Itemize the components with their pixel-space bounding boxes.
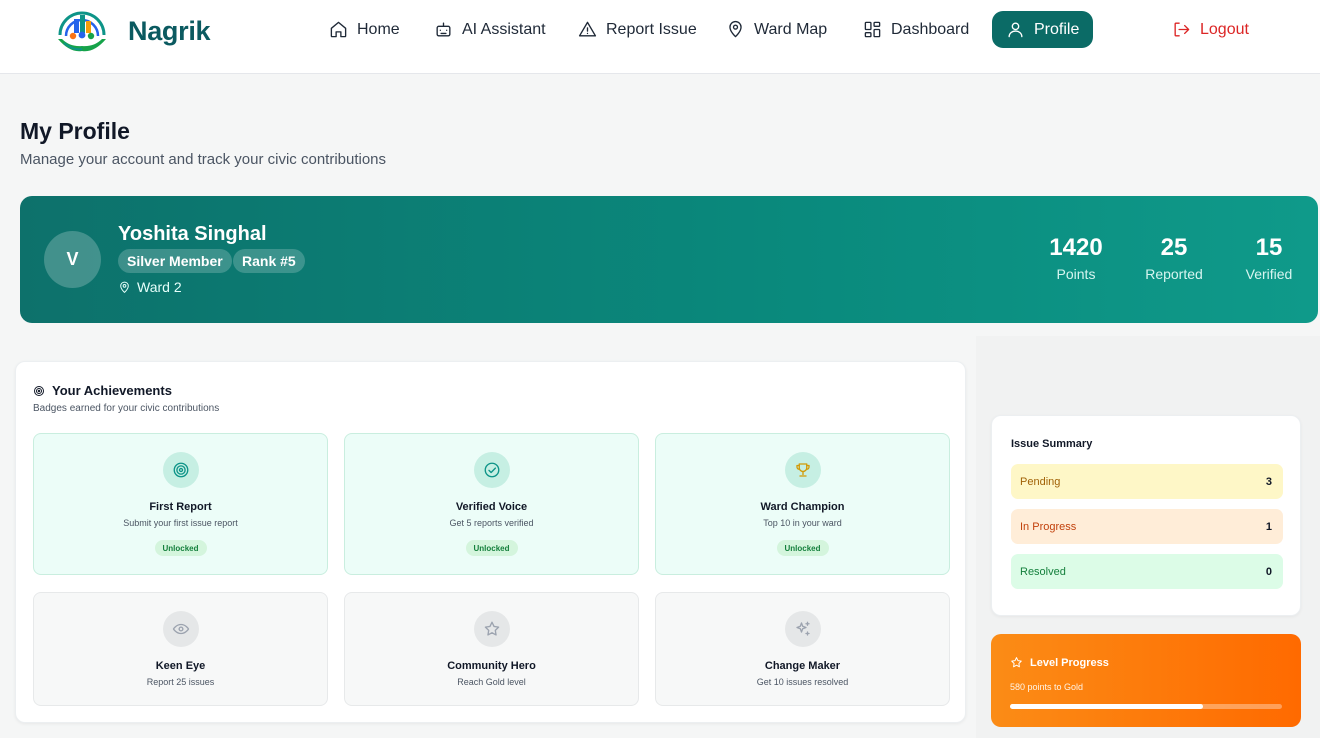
summary-label: Pending: [1020, 475, 1061, 488]
badge-name: Ward Champion: [760, 501, 845, 513]
logout-icon: [1174, 22, 1190, 37]
star-icon: [1011, 657, 1022, 668]
eye-icon: [172, 623, 190, 635]
badge-description: Report 25 issues: [146, 677, 215, 687]
level-progress-card: Level Progress 580 points to Gold: [991, 634, 1301, 727]
user-icon: [1008, 22, 1023, 38]
ward-label: Ward 2: [137, 279, 182, 295]
badge-icon-wrap: [163, 452, 199, 488]
robot-icon: [436, 22, 451, 37]
summary-row-pending[interactable]: Pending 3: [1011, 464, 1283, 499]
nav-ward-map-label: Ward Map: [754, 20, 828, 38]
badge-status-tag: Unlocked: [776, 540, 829, 556]
nav-dashboard-label: Dashboard: [891, 20, 970, 38]
badge-icon-wrap: [785, 452, 821, 488]
stat-points-label: Points: [1056, 266, 1096, 282]
achievements-subtitle: Badges earned for your civic contributio…: [33, 403, 220, 414]
target-icon: [173, 462, 189, 478]
summary-label: Resolved: [1020, 565, 1066, 578]
trophy-icon: [796, 463, 810, 477]
achievements-heading: Your Achievements: [33, 383, 172, 398]
achievements-card: Your Achievements Badges earned for your…: [15, 361, 966, 723]
nav-ward-map[interactable]: Ward Map: [712, 11, 841, 48]
badge-name: Community Hero: [447, 660, 536, 672]
level-progress-fill: [1010, 704, 1204, 709]
profile-banner: V Yoshita Singhal Silver Member Rank #5 …: [20, 196, 1318, 323]
logout-button[interactable]: Logout: [1158, 11, 1263, 48]
summary-count: 3: [1265, 475, 1272, 488]
nav-ai-assistant-label: AI Assistant: [462, 20, 546, 38]
badge-status-tag: Unlocked: [154, 540, 207, 556]
page-title: My Profile: [20, 118, 130, 144]
badge-name: Verified Voice: [455, 501, 528, 513]
stat-points-value: 1420: [1049, 234, 1103, 261]
stat-points: 1420 Points: [1048, 234, 1104, 282]
user-name: Yoshita Singhal: [118, 223, 267, 245]
badge-keen-eye[interactable]: Keen Eye Report 25 issues: [33, 592, 328, 706]
badge-name: Change Maker: [764, 660, 841, 672]
star-icon: [484, 621, 500, 636]
summary-label: In Progress: [1020, 520, 1077, 533]
issue-summary-title: Issue Summary: [1011, 438, 1093, 450]
stat-reported-label: Reported: [1145, 266, 1203, 282]
badge-description: Top 10 in your ward: [763, 518, 842, 528]
level-progress-bar: [1010, 704, 1282, 709]
nav-profile-label: Profile: [1034, 20, 1080, 38]
badge-icon-wrap: [474, 452, 510, 488]
badge-icon-wrap: [474, 611, 510, 647]
brand-name[interactable]: Nagrik: [128, 16, 211, 47]
level-progress-title: Level Progress: [1030, 656, 1109, 669]
nav-report-issue-label: Report Issue: [606, 20, 697, 38]
badge-description: Reach Gold level: [457, 677, 526, 687]
ward-info: Ward 2: [118, 279, 182, 295]
badge-name: First Report: [149, 501, 212, 513]
sparkles-icon: [796, 621, 810, 636]
level-progress-heading: Level Progress: [1010, 656, 1109, 669]
summary-count: 0: [1265, 565, 1272, 578]
logout-label: Logout: [1200, 20, 1249, 38]
map-pin-icon: [120, 281, 129, 293]
badge-icon-wrap: [785, 611, 821, 647]
badge-change-maker[interactable]: Change Maker Get 10 issues resolved: [655, 592, 950, 706]
summary-row-resolved[interactable]: Resolved 0: [1011, 554, 1283, 589]
summary-count: 1: [1265, 520, 1272, 533]
nav-home-label: Home: [357, 20, 400, 38]
grid-icon: [864, 21, 881, 38]
nav-report-issue[interactable]: Report Issue: [564, 11, 711, 48]
avatar[interactable]: V: [44, 231, 101, 288]
nav-home[interactable]: Home: [315, 11, 414, 48]
home-icon: [330, 21, 347, 38]
badge-icon-wrap: [163, 611, 199, 647]
stat-reported: 25 Reported: [1140, 234, 1208, 282]
stat-verified-label: Verified: [1245, 266, 1293, 282]
nav-dashboard[interactable]: Dashboard: [849, 11, 983, 48]
issue-summary-card: Issue Summary Pending 3 In Progress 1 Re…: [991, 415, 1301, 616]
badge-status-tag: Unlocked: [465, 540, 518, 556]
target-icon: [34, 385, 44, 396]
page-subtitle: Manage your account and track your civic…: [20, 151, 387, 168]
rank-badge: Rank #5: [233, 249, 305, 273]
map-pin-icon: [729, 20, 742, 38]
nav-profile[interactable]: Profile: [992, 11, 1094, 48]
check-circle-icon: [484, 462, 500, 478]
nagrik-logo[interactable]: [50, 5, 114, 55]
badge-name: Keen Eye: [155, 660, 206, 672]
level-progress-subtitle: 580 points to Gold: [1010, 682, 1084, 692]
badge-description: Get 5 reports verified: [449, 518, 534, 528]
stat-verified: 15 Verified: [1240, 234, 1298, 282]
membership-badge: Silver Member: [118, 249, 232, 273]
badge-community-hero[interactable]: Community Hero Reach Gold level: [344, 592, 639, 706]
badge-description: Submit your first issue report: [123, 518, 238, 528]
badge-first-report[interactable]: First Report Submit your first issue rep…: [33, 433, 328, 575]
top-navbar: Nagrik Home AI Assistant Report Issue Wa…: [0, 0, 1320, 74]
stat-reported-value: 25: [1160, 234, 1188, 261]
warning-icon: [578, 21, 597, 37]
achievements-title: Your Achievements: [52, 383, 172, 398]
stat-verified-value: 15: [1255, 234, 1283, 261]
summary-row-in-progress[interactable]: In Progress 1: [1011, 509, 1283, 544]
badge-verified-voice[interactable]: Verified Voice Get 5 reports verified Un…: [344, 433, 639, 575]
badge-description: Get 10 issues resolved: [756, 677, 849, 687]
nav-ai-assistant[interactable]: AI Assistant: [420, 11, 560, 48]
badge-ward-champion[interactable]: Ward Champion Top 10 in your ward Unlock…: [655, 433, 950, 575]
